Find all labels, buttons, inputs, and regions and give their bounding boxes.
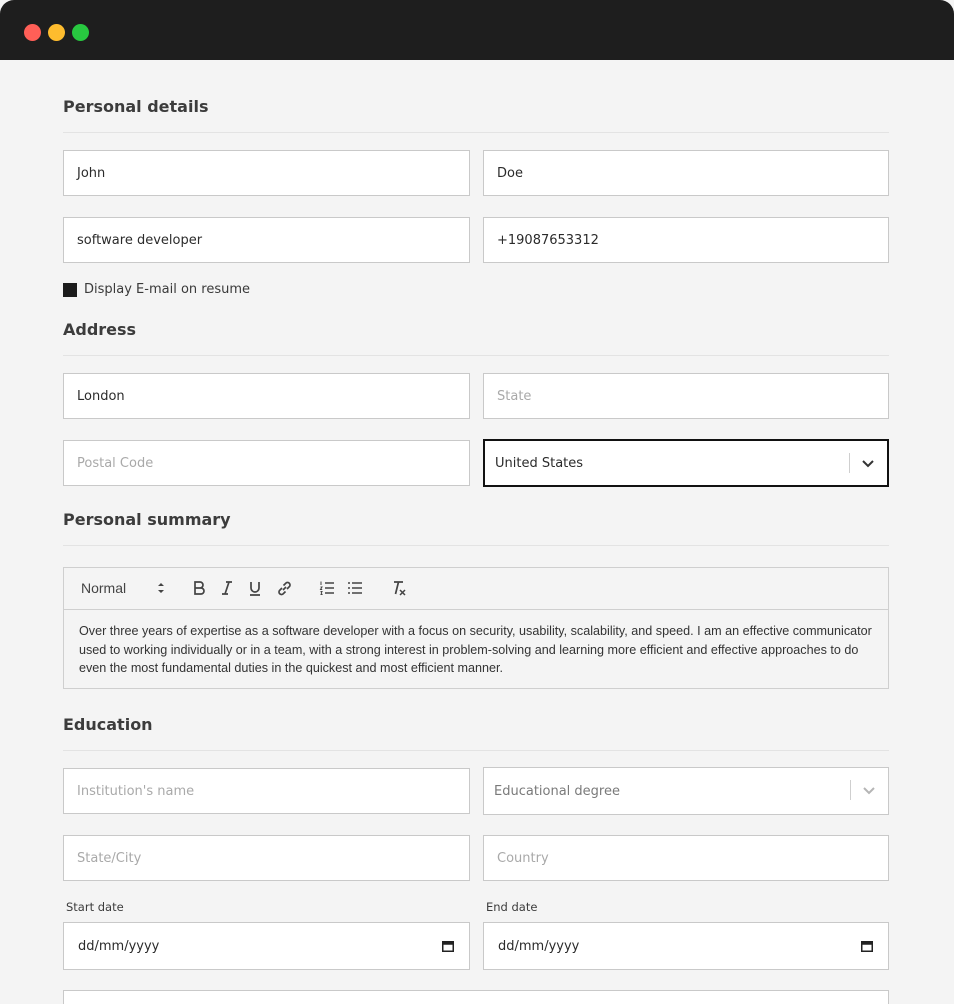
chevron-down-icon[interactable] <box>860 781 878 799</box>
personal-summary-heading: Personal summary <box>63 510 231 529</box>
select-separator <box>849 453 850 473</box>
resume-form: Personal details John Doe software devel… <box>0 60 954 1004</box>
clear-format-button[interactable] <box>388 578 408 598</box>
calendar-icon[interactable] <box>442 940 454 952</box>
first-name-input[interactable]: John <box>63 150 470 196</box>
education-country-input[interactable]: Country <box>483 835 889 881</box>
editor-toolbar: Normal <box>64 568 888 610</box>
start-date-value: dd/mm/yyyy <box>78 938 160 954</box>
display-email-checkbox[interactable] <box>63 282 77 297</box>
ordered-list-icon <box>319 581 334 595</box>
text-format-value: Normal <box>81 580 127 596</box>
italic-button[interactable] <box>217 578 237 598</box>
degree-select-placeholder: Educational degree <box>494 783 620 799</box>
bold-button[interactable] <box>189 578 209 598</box>
sort-icon <box>158 583 164 593</box>
select-separator <box>850 780 851 800</box>
degree-select[interactable]: Educational degree <box>483 767 889 815</box>
summary-editor[interactable]: Normal Over three years of expertise as … <box>63 567 889 689</box>
bullet-list-icon <box>348 582 362 594</box>
last-name-input[interactable]: Doe <box>483 150 889 196</box>
address-heading: Address <box>63 320 137 339</box>
underline-button[interactable] <box>245 578 265 598</box>
maximize-window-button[interactable] <box>72 24 89 41</box>
italic-icon <box>222 581 232 595</box>
city-input[interactable]: London <box>63 373 470 419</box>
next-field-partial[interactable] <box>63 990 889 1004</box>
end-date-label: End date <box>486 900 538 914</box>
close-window-button[interactable] <box>24 24 41 41</box>
phone-input[interactable]: +19087653312 <box>483 217 889 263</box>
country-select-value: United States <box>495 455 584 471</box>
section-divider <box>63 132 889 133</box>
bold-icon <box>194 581 205 595</box>
postal-code-input[interactable]: Postal Code <box>63 440 470 486</box>
window-titlebar <box>0 0 954 60</box>
calendar-icon[interactable] <box>861 940 873 952</box>
display-email-label: Display E-mail on resume <box>84 282 250 297</box>
chevron-down-icon[interactable] <box>859 454 877 472</box>
section-divider <box>63 750 889 751</box>
link-button[interactable] <box>274 578 294 598</box>
state-city-input[interactable]: State/City <box>63 835 470 881</box>
clear-format-icon <box>393 580 406 596</box>
text-format-select[interactable]: Normal <box>81 578 171 598</box>
section-divider <box>63 355 889 356</box>
start-date-input[interactable]: dd/mm/yyyy <box>63 922 470 970</box>
end-date-input[interactable]: dd/mm/yyyy <box>483 922 889 970</box>
institution-input[interactable]: Institution's name <box>63 768 470 814</box>
state-input[interactable]: State <box>483 373 889 419</box>
link-icon <box>277 581 291 595</box>
bullet-list-button[interactable] <box>345 578 365 598</box>
underline-icon <box>250 582 260 596</box>
ordered-list-button[interactable] <box>317 578 337 598</box>
summary-text[interactable]: Over three years of expertise as a softw… <box>64 610 888 678</box>
country-select[interactable]: United States <box>483 439 889 487</box>
personal-details-heading: Personal details <box>63 97 209 116</box>
start-date-label: Start date <box>66 900 124 914</box>
end-date-value: dd/mm/yyyy <box>498 938 580 954</box>
minimize-window-button[interactable] <box>48 24 65 41</box>
section-divider <box>63 545 889 546</box>
display-email-option[interactable]: Display E-mail on resume <box>63 282 250 297</box>
education-heading: Education <box>63 715 153 734</box>
job-title-input[interactable]: software developer <box>63 217 470 263</box>
